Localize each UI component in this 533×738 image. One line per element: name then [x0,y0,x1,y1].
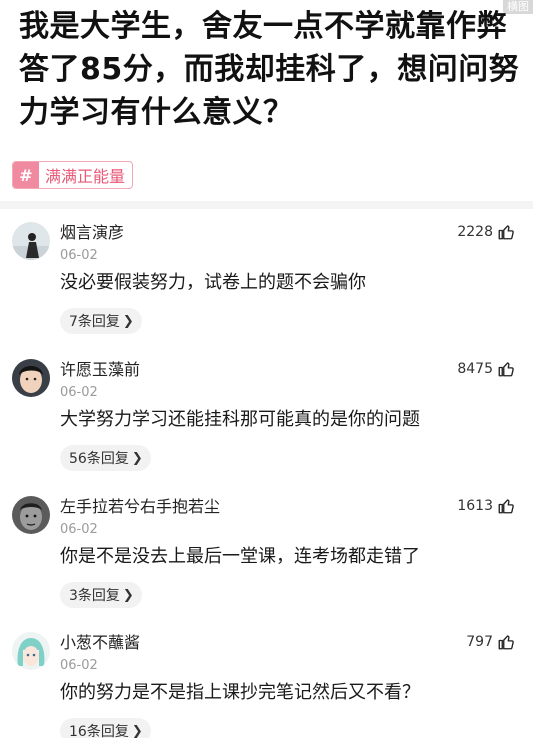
thumbs-up-icon[interactable] [497,633,515,651]
post-title: 我是大学生，舍友一点不学就靠作弊答了85分，而我却挂科了，想问问努力学习有什么意… [19,9,520,130]
comment-username[interactable]: 许愿玉藻前 [60,359,140,381]
comment-item: 小葱不蘸酱 06-02 797 你的努力是不是指上课抄完笔记然后又不看？ 16条… [0,632,533,738]
comment-date: 06-02 [60,248,98,263]
like-count: 8475 [457,361,493,377]
section-divider [0,201,533,209]
like-group[interactable]: 797 [466,633,515,651]
thumbs-up-icon[interactable] [497,360,515,378]
chevron-right-icon: ❯ [122,587,134,603]
like-group[interactable]: 8475 [457,360,515,378]
comment-date: 06-02 [60,658,98,673]
like-group[interactable]: 2228 [457,223,515,241]
comment-date: 06-02 [60,385,98,400]
avatar[interactable] [12,222,50,260]
reply-count-label: 3条回复 [69,588,120,604]
chevron-right-icon: ❯ [131,723,143,738]
like-count: 1613 [457,498,493,514]
topic-tag-label: 满满正能量 [45,167,126,186]
comment-username[interactable]: 左手拉若兮右手抱若尘 [60,496,220,518]
like-count: 2228 [457,224,493,240]
comment-item: 许愿玉藻前 06-02 8475 大学努力学习还能挂科那可能真的是你的问题 56… [0,359,533,494]
comment-text: 没必要假装努力，试卷上的题不会骗你 [60,272,366,293]
like-group[interactable]: 1613 [457,497,515,515]
like-count: 797 [466,634,493,650]
topic-tag[interactable]: # 满满正能量 [12,161,134,189]
chevron-right-icon: ❯ [122,313,134,329]
view-replies-button[interactable]: 56条回复 ❯ [60,445,151,471]
comment-item: 烟言演彦 06-02 2228 没必要假装努力，试卷上的题不会骗你 7条回复 ❯ [0,222,533,357]
comment-username[interactable]: 小葱不蘸酱 [60,632,140,654]
comment-item: 左手拉若兮右手抱若尘 06-02 1613 你是不是没去上最后一堂课，连考场都走… [0,496,533,631]
comment-date: 06-02 [60,522,98,537]
view-replies-button[interactable]: 3条回复 ❯ [60,582,142,608]
view-replies-button[interactable]: 16条回复 ❯ [60,718,151,738]
view-replies-button[interactable]: 7条回复 ❯ [60,308,142,334]
chevron-right-icon: ❯ [131,450,143,466]
thumbs-up-icon[interactable] [497,497,515,515]
avatar[interactable] [12,496,50,534]
avatar[interactable] [12,632,50,670]
comment-text: 你的努力是不是指上课抄完笔记然后又不看？ [60,682,420,703]
comment-text: 你是不是没去上最后一堂课，连考场都走错了 [60,546,420,567]
reply-count-label: 16条回复 [69,724,129,738]
thumbs-up-icon[interactable] [497,223,515,241]
reply-count-label: 56条回复 [69,451,129,467]
avatar[interactable] [12,359,50,397]
hash-icon: # [13,162,39,188]
comment-text: 大学努力学习还能挂科那可能真的是你的问题 [60,409,420,430]
reply-count-label: 7条回复 [69,314,120,330]
comment-username[interactable]: 烟言演彦 [60,222,124,244]
